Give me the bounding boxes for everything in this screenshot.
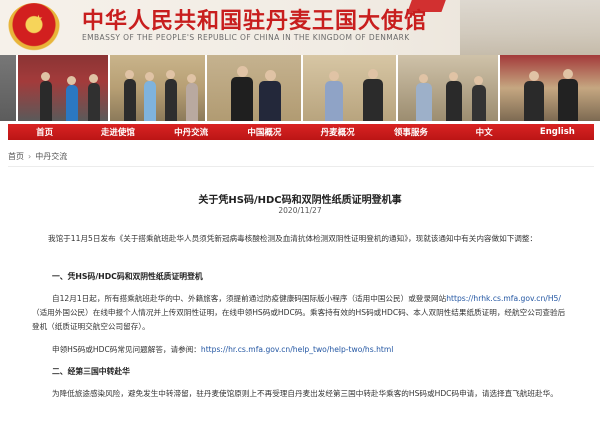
article-intro: 我馆于11月5日发布《关于搭乘航班赴华人员须凭新冠病毒核酸检测及血清抗体检测双阴…: [48, 234, 538, 243]
breadcrumb-divider: [8, 166, 594, 167]
photo-3: [110, 55, 207, 121]
article-date: 2020/11/27: [278, 206, 322, 215]
photo-7: [500, 55, 600, 121]
paragraph-1-text-end: （适用外国公民）在线申报个人情况并上传双阴性证明，在线申领HS码或HDC码。乘客…: [32, 308, 566, 331]
nav-item-home[interactable]: 首页: [8, 126, 81, 138]
photo-4: [207, 55, 303, 121]
paragraph-1-text-start: 自12月1日起，所有搭乘航班赴华的中、外籍旅客，须提前通过防疫健康码国际版小程序…: [52, 294, 447, 303]
article-paragraph-2: 申领HS码或HDC码常见问题解答，请参阅：https://hr.cs.mfa.g…: [32, 343, 572, 357]
site-title[interactable]: 中华人民共和国驻丹麦王国大使馆: [82, 3, 427, 35]
nav-item-about-denmark[interactable]: 丹麦概况: [301, 126, 374, 138]
photo-5: [303, 55, 398, 121]
hrhk-website-link[interactable]: https://hrhk.cs.mfa.gov.cn/H5/: [446, 294, 561, 303]
breadcrumb-separator: ›: [28, 152, 32, 161]
embassy-banner: ★ 中华人民共和国驻丹麦王国大使馆 EMBASSY OF THE PEOPLE'…: [0, 0, 600, 55]
article-paragraph-3: 为降低旅途感染风险，避免发生中转滞留，驻丹麦使馆原则上不再受理自丹麦出发经第三国…: [52, 389, 558, 398]
faq-link[interactable]: https://hr.cs.mfa.gov.cn/help_two/help-t…: [201, 345, 394, 354]
nav-item-chinese[interactable]: 中文: [448, 126, 521, 138]
site-subtitle: EMBASSY OF THE PEOPLE'S REPUBLIC OF CHIN…: [82, 33, 410, 42]
nav-item-china-denmark-exchange[interactable]: 中丹交流: [155, 126, 228, 138]
nav-item-consular-services[interactable]: 领事服务: [374, 126, 447, 138]
section-1-heading: 一、凭HS码/HDC码和双阴性纸质证明登机: [52, 272, 203, 281]
nav-item-about-china[interactable]: 中国概况: [228, 126, 301, 138]
main-nav: 首页 走进使馆 中丹交流 中国概况 丹麦概况 领事服务 中文 English: [8, 124, 594, 140]
breadcrumb: 首页 › 中丹交流: [8, 151, 67, 162]
nav-item-english[interactable]: English: [521, 127, 594, 137]
star-icon: ★: [34, 14, 43, 25]
photo-strip: [0, 55, 600, 121]
nav-item-about-embassy[interactable]: 走进使馆: [81, 126, 154, 138]
article-paragraph-1: 自12月1日起，所有搭乘航班赴华的中、外籍旅客，须提前通过防疫健康码国际版小程序…: [32, 292, 572, 334]
article-title: 关于凭HS码/HDC码和双阴性纸质证明登机事: [198, 195, 402, 206]
photo-1: [0, 55, 18, 121]
photo-2: [18, 55, 110, 121]
breadcrumb-home[interactable]: 首页: [8, 152, 24, 161]
paragraph-2-text: 申领HS码或HDC码常见问题解答，请参阅：: [52, 345, 201, 354]
great-wall-decoration: [460, 0, 600, 55]
breadcrumb-current[interactable]: 中丹交流: [35, 152, 67, 161]
national-emblem-icon: ★: [8, 3, 60, 51]
section-2-heading: 二、经第三国中转赴华: [52, 367, 130, 376]
photo-6: [398, 55, 500, 121]
